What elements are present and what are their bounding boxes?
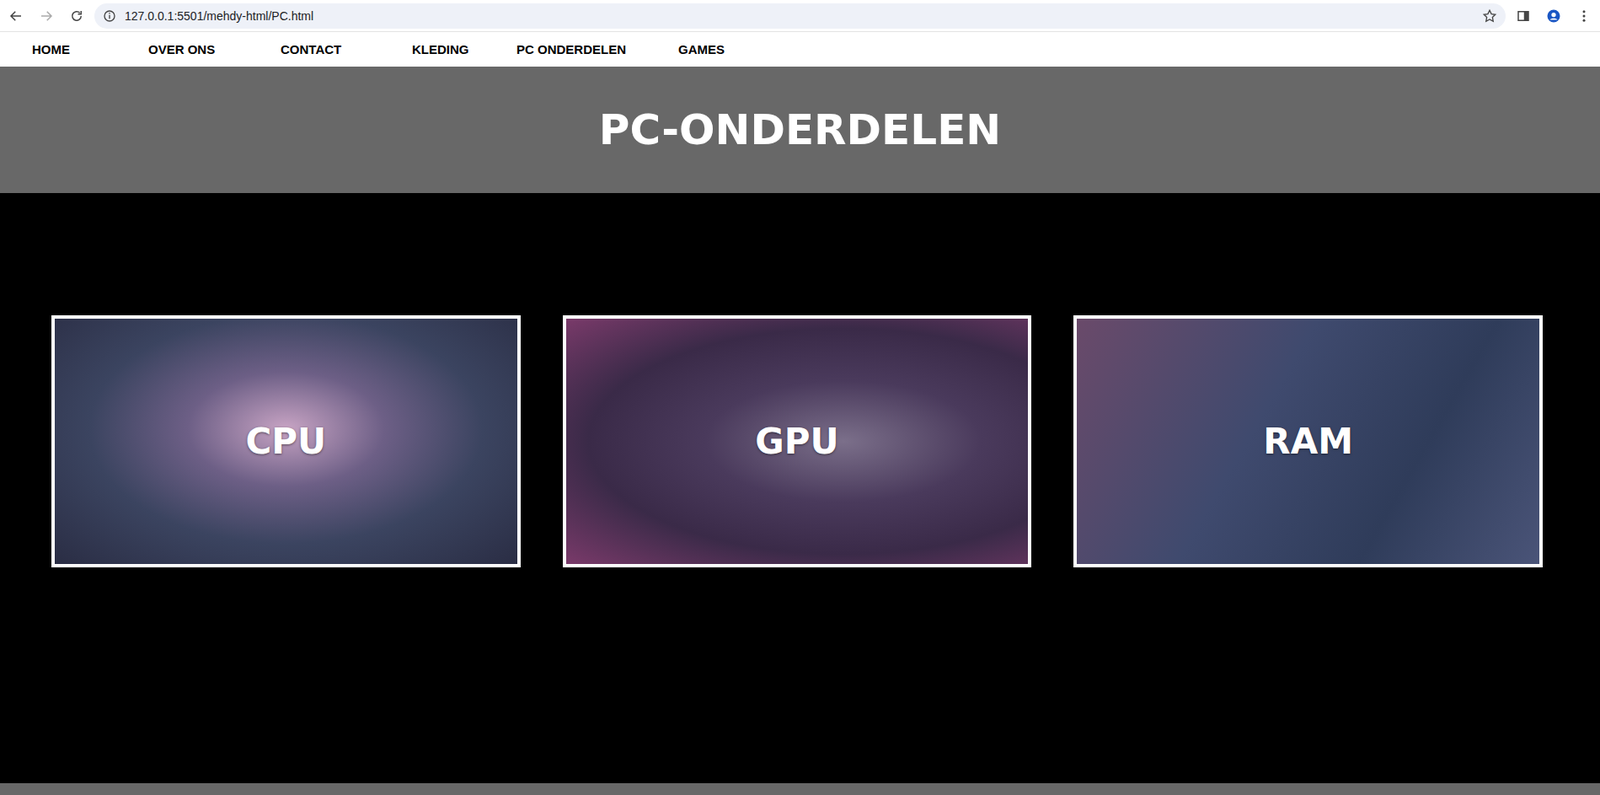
page-footer bbox=[0, 782, 1600, 795]
info-icon[interactable] bbox=[102, 9, 117, 23]
reload-icon[interactable] bbox=[64, 3, 90, 29]
back-icon[interactable] bbox=[3, 3, 29, 29]
menu-icon[interactable] bbox=[1571, 3, 1597, 29]
nav-link[interactable]: CONTACT bbox=[280, 42, 413, 57]
nav-link[interactable]: OVER ONS bbox=[148, 42, 281, 57]
nav-link[interactable]: GAMES bbox=[678, 42, 725, 57]
url-text[interactable]: 127.0.0.1:5501/mehdy-html/PC.html bbox=[124, 9, 1474, 23]
category-card[interactable]: RAM bbox=[1073, 315, 1543, 568]
content-area: CPU GPU RAM bbox=[0, 192, 1600, 783]
page-header: PC-ONDERDELEN bbox=[0, 66, 1600, 193]
forward-icon[interactable] bbox=[33, 3, 59, 29]
nav-link[interactable]: KLEDING bbox=[412, 42, 517, 57]
address-bar[interactable]: 127.0.0.1:5501/mehdy-html/PC.html bbox=[94, 3, 1506, 29]
star-icon[interactable] bbox=[1482, 8, 1498, 24]
page-title: PC-ONDERDELEN bbox=[599, 105, 1001, 155]
category-card[interactable]: CPU bbox=[51, 315, 521, 568]
category-card[interactable]: GPU bbox=[562, 315, 1033, 568]
card-label[interactable]: GPU bbox=[754, 420, 839, 462]
site-nav: HOMEOVER ONSCONTACTKLEDINGPC ONDERDELENG… bbox=[0, 32, 1600, 67]
nav-link[interactable]: HOME bbox=[32, 42, 149, 57]
card-label[interactable]: RAM bbox=[1262, 420, 1354, 462]
sidebar-icon[interactable] bbox=[1510, 3, 1536, 29]
browser-toolbar: 127.0.0.1:5501/mehdy-html/PC.html bbox=[0, 0, 1600, 33]
nav-link[interactable]: PC ONDERDELEN bbox=[516, 42, 679, 57]
card-grid: CPU GPU RAM bbox=[51, 315, 1543, 568]
card-label[interactable]: CPU bbox=[245, 420, 327, 462]
profile-icon[interactable] bbox=[1541, 3, 1567, 29]
